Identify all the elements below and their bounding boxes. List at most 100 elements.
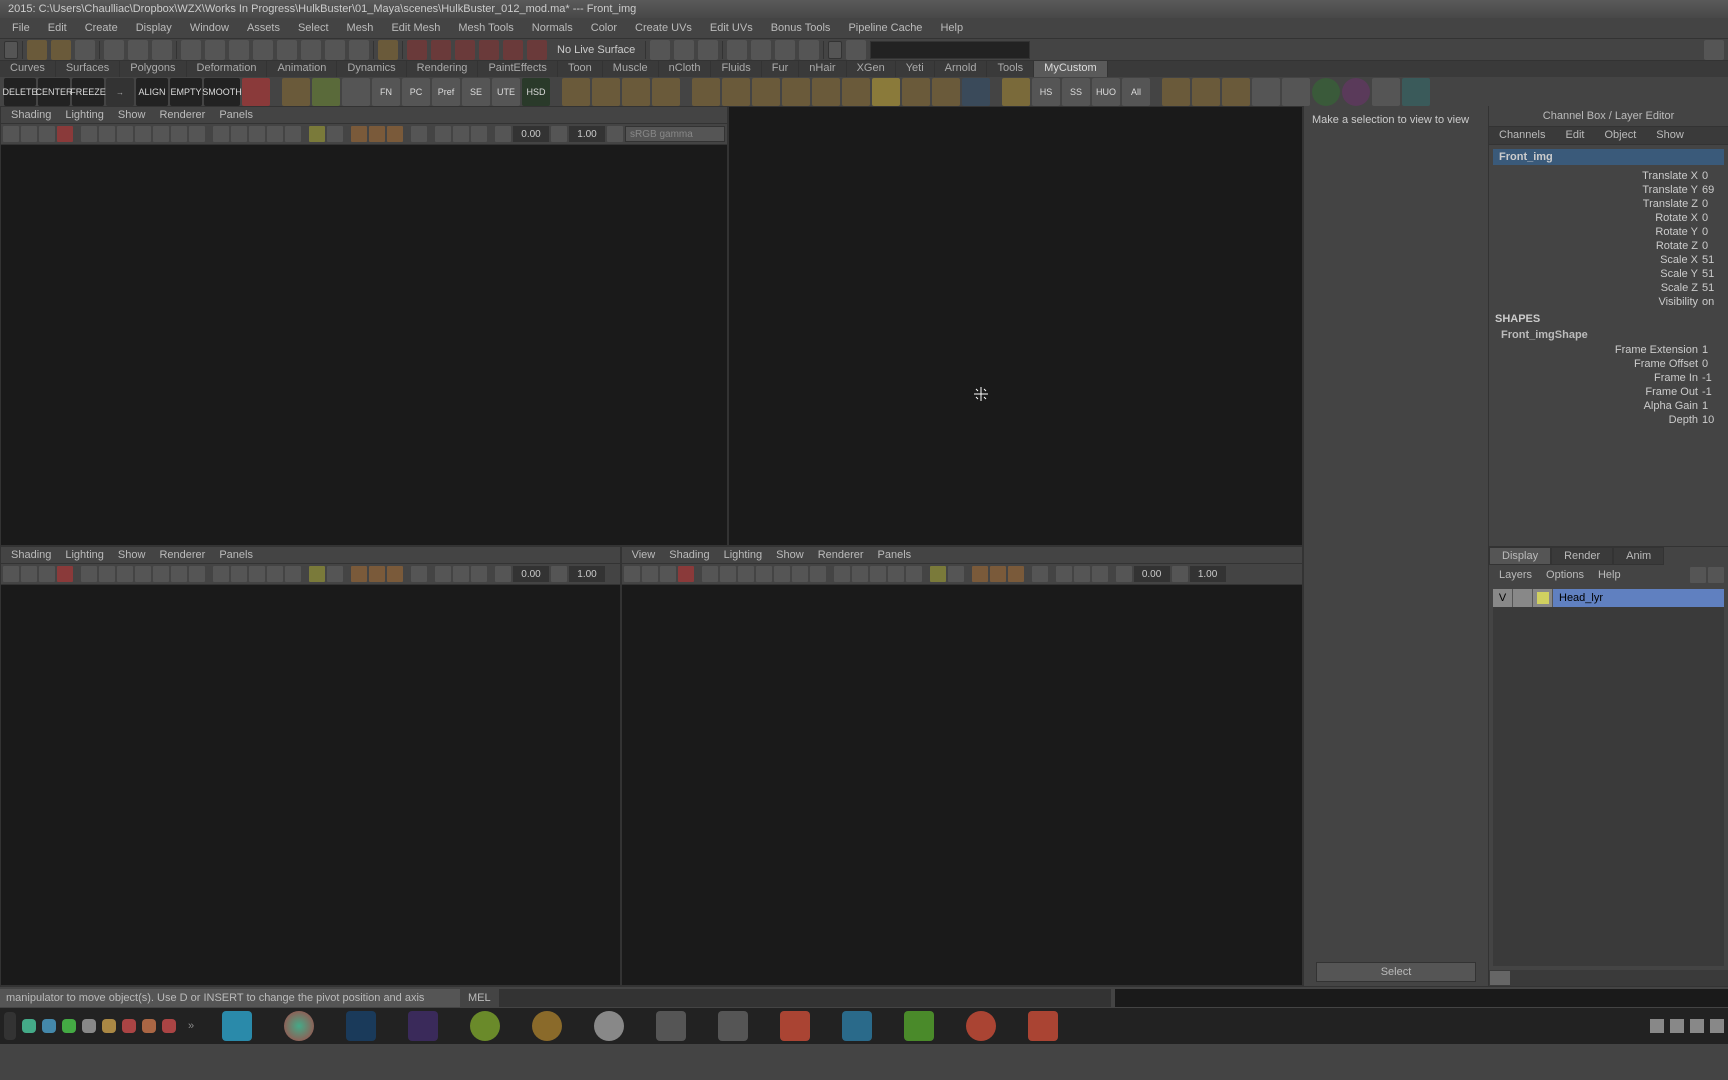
vp-tool-icon[interactable]	[930, 566, 946, 582]
taskbar-app-icon[interactable]	[594, 1011, 624, 1041]
shelf-btn-se[interactable]: SE	[462, 78, 490, 106]
shelf-btn-ute[interactable]: UTE	[492, 78, 520, 106]
vp-tool-icon[interactable]	[351, 126, 367, 142]
vp-tool-icon[interactable]	[870, 566, 886, 582]
new-layer-selected-icon[interactable]	[1708, 567, 1724, 583]
shape-attr-value[interactable]: 1	[1702, 344, 1720, 356]
snap-center-icon[interactable]	[325, 40, 345, 60]
vp-menu-shading[interactable]: Shading	[5, 548, 57, 562]
viewport-bottom-left[interactable]: Shading Lighting Show Renderer Panels	[0, 546, 621, 986]
vp-tool-icon[interactable]	[249, 126, 265, 142]
select-icon[interactable]	[152, 40, 172, 60]
shelf-tab-mycustom[interactable]: MyCustom	[1034, 61, 1108, 77]
menu-bonustools[interactable]: Bonus Tools	[763, 20, 839, 36]
vp-tool-icon[interactable]	[81, 566, 97, 582]
shelf-btn-light-icon[interactable]	[1002, 78, 1030, 106]
vp-exposure-value[interactable]: 0.00	[513, 566, 549, 582]
channel-value[interactable]: 0	[1702, 240, 1720, 252]
taskbar-app-icon[interactable]	[966, 1011, 996, 1041]
quick-input[interactable]	[870, 41, 1030, 59]
shelf-btn-all[interactable]: All	[1122, 78, 1150, 106]
layer-menu-help[interactable]: Help	[1592, 568, 1627, 582]
vp-tool-icon[interactable]	[213, 126, 229, 142]
shelf-btn-mesh6[interactable]	[842, 78, 870, 106]
vp-menu-show[interactable]: Show	[770, 548, 810, 562]
menu-display[interactable]: Display	[128, 20, 180, 36]
tool-icon[interactable]	[775, 40, 795, 60]
layer-item[interactable]: V Head_lyr	[1493, 589, 1724, 607]
menu-select[interactable]: Select	[290, 20, 337, 36]
sidebar-toggle-icon[interactable]	[846, 40, 866, 60]
layer-menu-layers[interactable]: Layers	[1493, 568, 1538, 582]
vp-tool-icon[interactable]	[387, 566, 403, 582]
channel-row[interactable]: Scale Y51	[1493, 267, 1724, 281]
menu-set-dropdown[interactable]	[4, 41, 18, 59]
vp-menu-lighting[interactable]: Lighting	[718, 548, 769, 562]
channel-row[interactable]: Rotate X0	[1493, 211, 1724, 225]
construction-history-icon[interactable]	[650, 40, 670, 60]
shelf-btn-arrow-icon[interactable]	[312, 78, 340, 106]
vp-menu-panels[interactable]: Panels	[213, 108, 259, 122]
vp-tool-icon[interactable]	[117, 566, 133, 582]
vp-gamma-icon[interactable]	[1116, 566, 1132, 582]
tab-channels[interactable]: Channels	[1489, 127, 1555, 144]
shape-attr-row[interactable]: Frame Offset0	[1493, 357, 1724, 371]
tray-small-icon[interactable]	[22, 1019, 36, 1033]
ipr-icon[interactable]	[431, 40, 451, 60]
light-icon[interactable]	[527, 40, 547, 60]
shelf-btn-ext1[interactable]	[1162, 78, 1190, 106]
channel-value[interactable]: 51	[1702, 254, 1720, 266]
vp-tool-icon[interactable]	[774, 566, 790, 582]
shelf-btn-hs[interactable]: HS	[1032, 78, 1060, 106]
taskbar-app-icon[interactable]	[780, 1011, 810, 1041]
shelf-tab-fluids[interactable]: Fluids	[711, 61, 761, 77]
channel-value[interactable]: 0	[1702, 212, 1720, 224]
shape-attr-row[interactable]: Alpha Gain1	[1493, 399, 1724, 413]
shape-name[interactable]: Front_imgShape	[1493, 327, 1724, 343]
shelf-tab-painteffects[interactable]: PaintEffects	[478, 61, 558, 77]
taskbar-overflow[interactable]: »	[182, 1020, 200, 1032]
layer-tab-anim[interactable]: Anim	[1613, 547, 1664, 565]
vp-tool-icon[interactable]	[189, 126, 205, 142]
taskbar-app-icon[interactable]	[656, 1011, 686, 1041]
tray-icon[interactable]	[1710, 1019, 1724, 1033]
shelf-btn-circle2-icon[interactable]	[1342, 78, 1370, 106]
vp-tool-icon[interactable]	[171, 126, 187, 142]
render-view-icon[interactable]	[479, 40, 499, 60]
menu-normals[interactable]: Normals	[524, 20, 581, 36]
shelf-btn-ext5[interactable]	[1282, 78, 1310, 106]
vp-tool-icon[interactable]	[153, 126, 169, 142]
shelf-btn-select-icon[interactable]	[342, 78, 370, 106]
vp-gamma-value[interactable]: 1.00	[569, 126, 605, 142]
snap-grid-icon[interactable]	[181, 40, 201, 60]
vp-tool-icon[interactable]	[1032, 566, 1048, 582]
vp-menu-lighting[interactable]: Lighting	[59, 548, 110, 562]
shelf-btn-mesh9[interactable]	[932, 78, 960, 106]
vp-tool-icon[interactable]	[642, 566, 658, 582]
shelf-btn-grid-icon[interactable]	[1372, 78, 1400, 106]
taskbar-app-maya[interactable]	[222, 1011, 252, 1041]
vp-gamma-value[interactable]: 1.00	[1190, 566, 1226, 582]
gamma-dropdown[interactable]: sRGB gamma	[625, 126, 725, 142]
shelf-tab-toon[interactable]: Toon	[558, 61, 603, 77]
snap-curve-icon[interactable]	[205, 40, 225, 60]
shelf-btn-poly4[interactable]	[652, 78, 680, 106]
tray-small-icon[interactable]	[82, 1019, 96, 1033]
vp-colorspace-icon[interactable]	[607, 126, 623, 142]
shelf-tab-curves[interactable]: Curves	[0, 61, 56, 77]
vp-tool-icon[interactable]	[99, 126, 115, 142]
vp-tool-icon[interactable]	[435, 566, 451, 582]
vp-gamma-icon[interactable]	[495, 126, 511, 142]
shelf-btn-ext3[interactable]	[1222, 78, 1250, 106]
vp-tool-icon[interactable]	[453, 126, 469, 142]
menu-create[interactable]: Create	[77, 20, 126, 36]
shelf-tab-surfaces[interactable]: Surfaces	[56, 61, 120, 77]
layer-type-cell[interactable]	[1513, 589, 1533, 607]
vp-menu-panels[interactable]: Panels	[213, 548, 259, 562]
render-settings-icon[interactable]	[455, 40, 475, 60]
vp-tool-icon[interactable]	[231, 126, 247, 142]
shelf-btn-mesh1[interactable]	[692, 78, 720, 106]
menu-mesh[interactable]: Mesh	[339, 20, 382, 36]
vp-tool-icon[interactable]	[327, 126, 343, 142]
vp-tool-icon[interactable]	[57, 566, 73, 582]
